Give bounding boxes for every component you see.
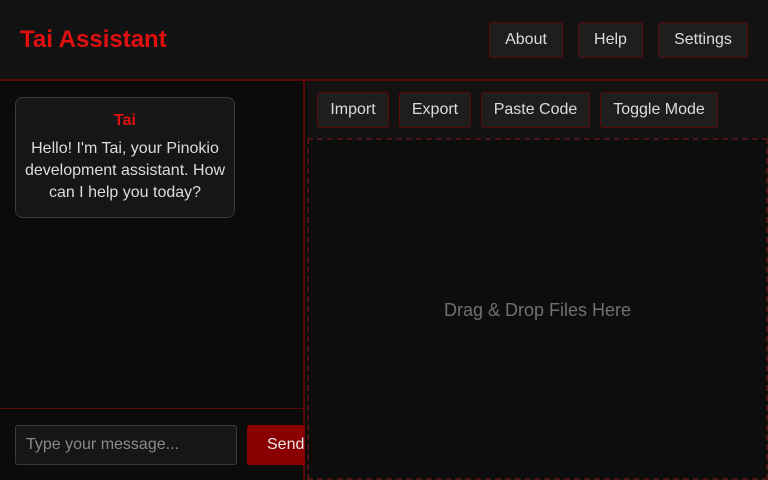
message-text: Hello! I'm Tai, your Pinokio development… (24, 140, 226, 201)
export-button[interactable]: Export (399, 92, 471, 128)
chat-message: Tai Hello! I'm Tai, your Pinokio develop… (15, 97, 235, 218)
file-dropzone[interactable]: Drag & Drop Files Here (307, 138, 768, 480)
send-button[interactable]: Send (247, 425, 305, 465)
message-input[interactable] (15, 425, 237, 465)
editor-panel: Import Export Paste Code Toggle Mode Dra… (307, 81, 768, 480)
toggle-mode-button[interactable]: Toggle Mode (600, 92, 718, 128)
settings-button[interactable]: Settings (658, 22, 748, 58)
about-button[interactable]: About (489, 22, 563, 58)
header: Tai Assistant About Help Settings (0, 0, 768, 81)
help-button[interactable]: Help (578, 22, 643, 58)
paste-code-button[interactable]: Paste Code (481, 92, 590, 128)
dropzone-label: Drag & Drop Files Here (443, 300, 632, 320)
chat-panel: Tai Hello! I'm Tai, your Pinokio develop… (0, 81, 305, 480)
import-button[interactable]: Import (317, 92, 389, 128)
editor-toolbar: Import Export Paste Code Toggle Mode (307, 81, 768, 138)
message-sender: Tai (114, 112, 136, 129)
app-window: Tai Assistant About Help Settings Tai He… (0, 0, 768, 480)
app-title: Tai Assistant (20, 26, 167, 53)
chat-input-bar: Send (0, 408, 305, 480)
